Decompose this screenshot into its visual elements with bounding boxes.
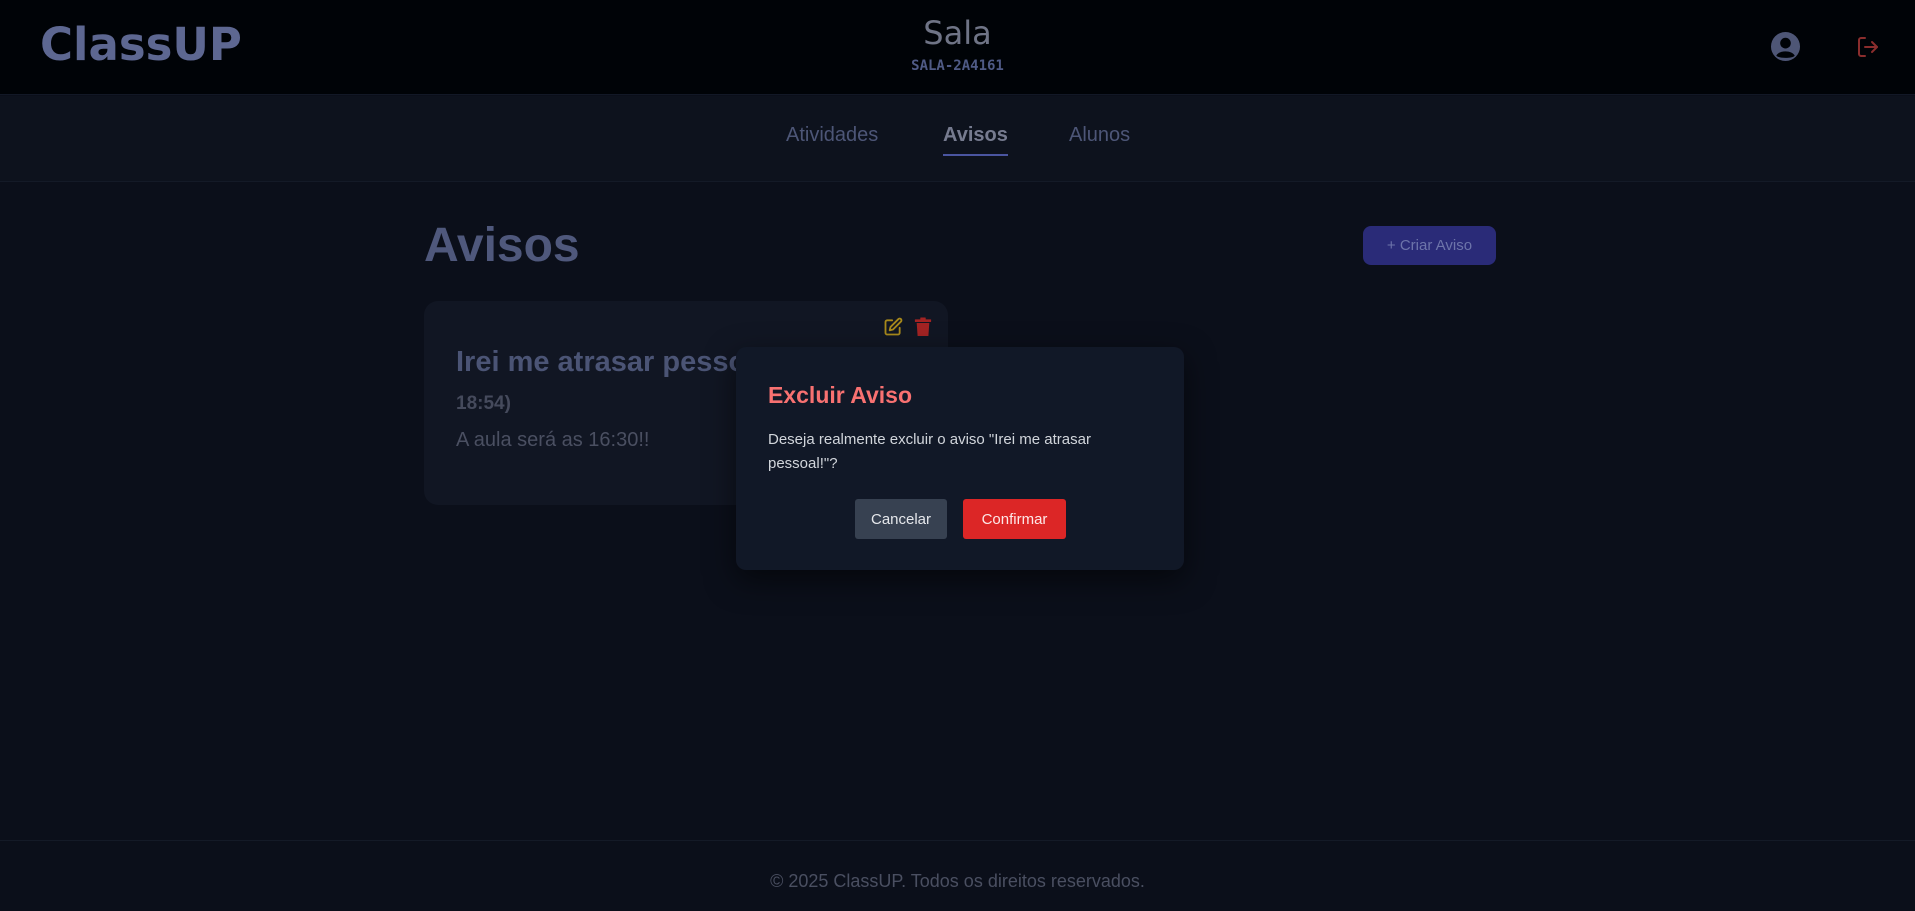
room-code: SALA-2A4161: [911, 58, 1004, 74]
delete-confirm-modal: Excluir Aviso Deseja realmente excluir o…: [736, 347, 1184, 570]
trash-icon[interactable]: [914, 317, 932, 337]
modal-title: Excluir Aviso: [768, 382, 913, 408]
tab-bar: Atividades Avisos Alunos: [0, 96, 1915, 182]
top-header: ClassUP Sala SALA-2A4161: [0, 0, 1915, 95]
notice-body: A aula será as 16:30!!: [456, 429, 650, 451]
tab-avisos[interactable]: Avisos: [943, 124, 1008, 156]
user-circle-icon[interactable]: [1770, 31, 1801, 62]
notice-title: Irei me atrasar pesso: [456, 346, 747, 378]
logout-icon[interactable]: [1856, 35, 1880, 59]
footer: © 2025 ClassUP. Todos os direitos reserv…: [0, 840, 1915, 911]
room-title: Sala: [923, 14, 992, 52]
confirm-button[interactable]: Confirmar: [963, 499, 1066, 539]
modal-message: Deseja realmente excluir o aviso "Irei m…: [768, 431, 1091, 472]
footer-copyright: © 2025 ClassUP. Todos os direitos reserv…: [770, 871, 1145, 891]
notice-date: 18:54): [456, 393, 511, 414]
tab-atividades[interactable]: Atividades: [786, 124, 878, 147]
create-notice-button[interactable]: + Criar Aviso: [1363, 226, 1496, 265]
tab-alunos[interactable]: Alunos: [1069, 124, 1130, 147]
page-title: Avisos: [424, 219, 580, 272]
cancel-button[interactable]: Cancelar: [855, 499, 947, 539]
edit-icon[interactable]: [883, 317, 903, 337]
